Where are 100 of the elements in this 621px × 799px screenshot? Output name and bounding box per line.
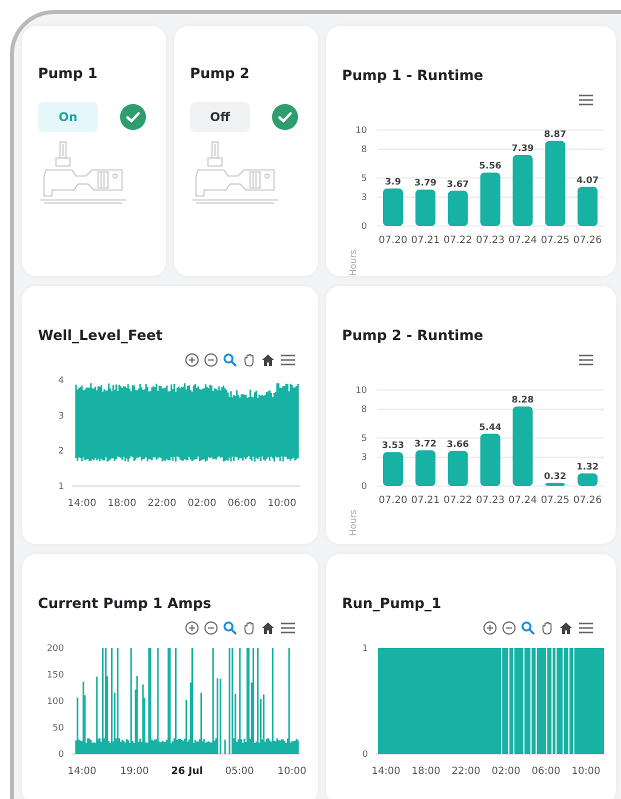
bar: [480, 172, 500, 226]
x-tick-label: 14:00: [372, 766, 400, 777]
card-title: Pump 2: [190, 66, 250, 82]
x-tick-label: 07.22: [444, 495, 472, 506]
y-tick-label: 1: [362, 644, 368, 654]
home-icon[interactable]: [261, 621, 275, 635]
zoom-in-icon[interactable]: [185, 621, 199, 635]
data-label: 5.44: [479, 422, 502, 433]
data-label: 3.66: [446, 440, 469, 450]
y-tick-label: 100: [46, 697, 64, 707]
y-tick-label: 0: [58, 750, 64, 760]
y-tick-label: 1: [58, 482, 64, 492]
status-badge: On: [38, 102, 98, 132]
y-tick-label: 5: [361, 174, 367, 184]
menu-icon[interactable]: [578, 354, 594, 366]
search-icon[interactable]: [223, 353, 237, 367]
x-tick-label: 02:00: [188, 498, 216, 509]
data-label: 1.32: [576, 462, 599, 472]
bar: [415, 190, 436, 226]
home-icon[interactable]: [261, 353, 275, 367]
chart-title: Run_Pump_1: [342, 596, 442, 612]
data-label: 3.67: [446, 180, 469, 190]
x-tick-label: 07.23: [476, 495, 505, 506]
hand-icon[interactable]: [242, 621, 256, 635]
zoom-in-icon[interactable]: [483, 621, 497, 635]
x-tick-label: 07.25: [540, 495, 570, 506]
data-label: 3.53: [382, 441, 404, 452]
x-tick-label: 07.26: [573, 235, 602, 246]
menu-icon[interactable]: [578, 94, 594, 106]
chart-title: Pump 2 - Runtime: [342, 328, 484, 344]
data-label: 3.9: [385, 178, 401, 188]
x-tick-label: 07.24: [508, 235, 538, 246]
search-icon[interactable]: [223, 621, 237, 635]
x-tick-label: 07.23: [476, 235, 505, 246]
bar: [578, 473, 598, 486]
bar: [448, 190, 468, 226]
x-tick-label: 22:00: [148, 498, 176, 509]
zoom-out-icon[interactable]: [204, 353, 218, 367]
search-icon[interactable]: [521, 621, 535, 635]
chart-title: Current Pump 1 Amps: [38, 596, 212, 612]
y-tick-label: 50: [52, 724, 64, 734]
x-tick-label: 19:00: [120, 766, 149, 777]
x-tick-label: 07.21: [411, 235, 440, 246]
hand-icon[interactable]: [540, 621, 554, 635]
bar: [383, 188, 403, 226]
menu-icon[interactable]: [280, 622, 296, 634]
menu-icon[interactable]: [280, 354, 296, 366]
data-label: 8.28: [512, 396, 534, 406]
y-tick-label: 150: [46, 670, 64, 680]
x-tick-label: 05:00: [225, 766, 254, 777]
bar: [383, 452, 403, 486]
chart-title: Pump 1 - Runtime: [342, 68, 484, 84]
y-tick-label: 2: [58, 446, 64, 457]
y-axis-label: Hours: [349, 510, 359, 536]
x-tick-label: 02:00: [492, 766, 520, 777]
x-tick-label: 18:00: [108, 498, 136, 509]
zoom-out-icon[interactable]: [502, 621, 516, 635]
x-tick-label: 07.25: [540, 235, 570, 246]
y-tick-label: 8: [361, 145, 367, 156]
data-label: 3.72: [414, 439, 437, 450]
card-title: Pump 1: [38, 66, 98, 82]
x-tick-label: 18:00: [412, 766, 440, 777]
chart-title: Well_Level_Feet: [38, 328, 164, 344]
data-label: 5.56: [479, 162, 502, 172]
x-tick-label: 10:00: [278, 766, 306, 777]
bar: [448, 450, 468, 486]
status-badge: Off: [190, 102, 250, 132]
y-tick-label: 3: [361, 193, 367, 204]
x-tick-label: 07.20: [378, 235, 408, 246]
x-tick-label: 10:00: [268, 498, 296, 509]
y-tick-label: 8: [361, 405, 367, 416]
y-tick-label: 5: [361, 434, 367, 444]
x-tick-label: 06:00: [228, 498, 256, 509]
bar: [578, 186, 598, 226]
x-tick-label: 26 Jul: [171, 766, 203, 777]
x-tick-label: 07.24: [508, 495, 538, 506]
x-tick-label: 06:00: [532, 766, 560, 777]
data-label: 0.32: [544, 472, 566, 482]
zoom-out-icon[interactable]: [204, 621, 218, 635]
hand-icon[interactable]: [242, 353, 256, 367]
data-label: 4.07: [576, 176, 599, 186]
bar: [512, 155, 533, 226]
y-tick-label: 0: [361, 222, 367, 232]
bar: [545, 482, 566, 486]
x-tick-label: 07.22: [444, 235, 472, 246]
y-tick-label: 0: [361, 482, 367, 492]
x-tick-label: 07.26: [573, 495, 602, 506]
y-tick-label: 3: [58, 411, 64, 422]
y-axis-label: Hours: [349, 250, 359, 276]
x-tick-label: 07.21: [411, 495, 440, 506]
y-tick-label: 0: [362, 750, 368, 760]
y-tick-label: 4: [58, 376, 64, 386]
y-tick-label: 3: [361, 453, 367, 464]
zoom-in-icon[interactable]: [185, 353, 199, 367]
menu-icon[interactable]: [578, 622, 594, 634]
x-tick-label: 07.20: [378, 495, 408, 506]
home-icon[interactable]: [559, 621, 573, 635]
x-tick-label: 22:00: [452, 766, 480, 777]
y-tick-label: 10: [356, 126, 367, 136]
data-label: 8.87: [544, 130, 566, 140]
